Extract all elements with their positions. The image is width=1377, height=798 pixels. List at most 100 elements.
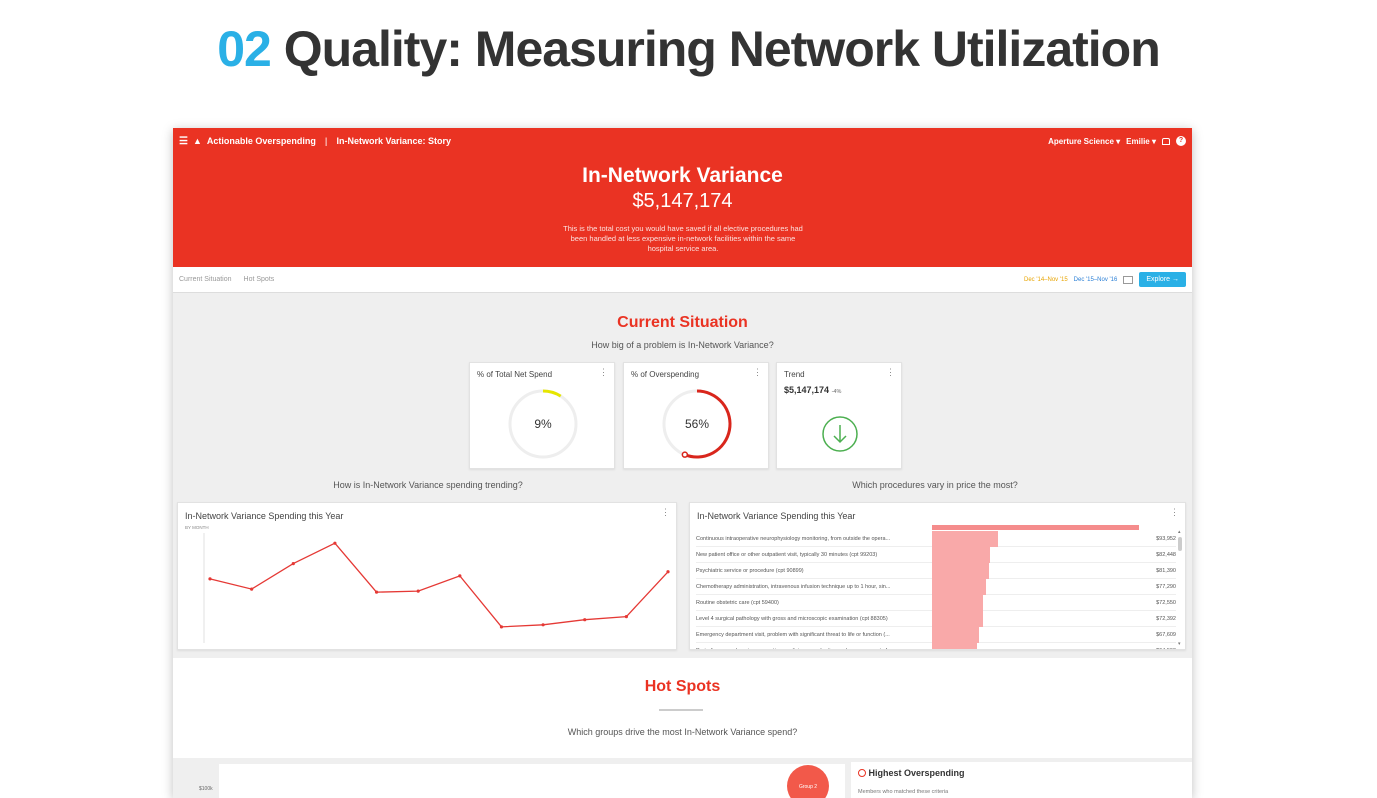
line-point — [583, 618, 587, 622]
bar-chart: Continuous intraoperative neurophysiolog… — [690, 525, 1185, 649]
bar-chart-panel: In-Network Variance Spending this Year ⋮… — [689, 502, 1186, 650]
line-point — [416, 589, 420, 593]
kpi-card-trend: Trend ⋮ $5,147,174 -4% — [776, 362, 902, 469]
bar-label: Psychiatric service or procedure (cpt 90… — [696, 568, 804, 574]
bar-label: Continuous intraoperative neurophysiolog… — [696, 536, 891, 542]
hero-description: This is the total cost you would have sa… — [563, 224, 803, 253]
notifications-icon[interactable] — [1162, 137, 1170, 145]
bar-value: $82,448 — [1156, 552, 1176, 558]
highest-overspending-card: Highest Overspending Members who matched… — [851, 762, 1192, 798]
line-point — [291, 562, 295, 566]
bar-value: $81,390 — [1156, 568, 1176, 574]
kpi-card-overspending: % of Overspending ⋮ 56% — [623, 362, 769, 469]
question-procedures: Which procedures vary in price the most? — [852, 480, 1018, 490]
bar-row[interactable]: Routine obstetric care (cpt 59400) $72,55… — [696, 595, 1176, 611]
bar-value: $72,550 — [1156, 600, 1176, 606]
line-point — [333, 541, 337, 545]
line-point — [250, 587, 254, 591]
breadcrumb-story[interactable]: In-Network Variance: Story — [336, 136, 451, 146]
line-point — [624, 615, 628, 619]
hamburger-icon[interactable]: ☰ — [179, 136, 188, 147]
slide-title: 02 Quality: Measuring Network Utilizatio… — [0, 20, 1377, 78]
hot-spots-title: Hot Spots — [644, 678, 721, 695]
line-point — [666, 570, 670, 574]
line-chart — [203, 533, 670, 643]
bar-value: $64,593 — [1156, 648, 1176, 649]
bar-row[interactable]: Chemotherapy administration, intravenous… — [696, 579, 1176, 595]
date-range-2[interactable]: Dec '15–Nov '16 — [1074, 277, 1118, 283]
kpi-card-net-spend: % of Total Net Spend ⋮ 9% — [469, 362, 615, 469]
dashboard-window: ☰ ▲ Actionable Overspending | In-Network… — [173, 128, 1192, 798]
bar-chart-title: In-Network Variance Spending this Year — [697, 511, 856, 521]
bar-row[interactable]: Continuous intraoperative neurophysiolog… — [696, 531, 1176, 547]
org-selector[interactable]: Aperture Science ▾ — [1048, 137, 1120, 146]
line-point — [499, 625, 504, 629]
bar-row[interactable]: New patient office or other outpatient v… — [696, 547, 1176, 563]
tab-hot-spots[interactable]: Hot Spots — [244, 276, 275, 283]
warning-icon: ▲ — [192, 136, 202, 146]
current-situation-question: How big of a problem is In-Network Varia… — [591, 340, 774, 350]
breadcrumb-actionable-overspending[interactable]: Actionable Overspending — [207, 136, 316, 146]
bar-value: $93,952 — [1156, 536, 1176, 542]
bar-value: $77,290 — [1156, 584, 1176, 590]
top-bar: ☰ ▲ Actionable Overspending | In-Network… — [179, 134, 1186, 148]
bar — [932, 579, 986, 595]
bar — [932, 563, 989, 579]
slide: 02 Quality: Measuring Network Utilizatio… — [0, 0, 1377, 798]
bar-overflow-top — [932, 525, 1139, 530]
bar-row[interactable]: Level 4 surgical pathology with gross an… — [696, 611, 1176, 627]
bar-label: New patient office or other outpatient v… — [696, 552, 878, 558]
bar-label: Periodic comprehensive preventive medici… — [696, 648, 928, 649]
bar-label: Chemotherapy administration, intravenous… — [696, 584, 891, 590]
line-point — [374, 590, 379, 594]
slide-title-text: Quality: Measuring Network Utilization — [283, 21, 1161, 77]
bar — [932, 547, 990, 563]
line-chart-panel: In-Network Variance Spending this Year ⋮… — [177, 502, 677, 650]
bar — [932, 643, 977, 649]
bar-label: Routine obstetric care (cpt 59400) — [696, 600, 779, 606]
bar — [932, 531, 998, 547]
kebab-menu-icon[interactable]: ⋮ — [1170, 507, 1179, 518]
highest-overspending-title: Highest Overspending — [868, 768, 965, 778]
hero-title: In-Network Variance — [582, 164, 783, 187]
trend-down-arrow-icon — [822, 416, 858, 452]
line-point — [208, 577, 212, 581]
highest-overspending-sub: Members who matched these criteria — [858, 789, 949, 795]
kpi-net-spend-value: 9% — [534, 417, 552, 431]
hero-banner: ☰ ▲ Actionable Overspending | In-Network… — [173, 128, 1192, 267]
hot-spots-content: $100k Group 2 Highest Overspending Membe… — [173, 758, 1192, 798]
bar — [932, 627, 979, 643]
calendar-icon[interactable] — [1123, 275, 1134, 284]
sub-navigation: Current Situation Hot Spots Dec '14–Nov … — [173, 267, 1192, 293]
breadcrumb-separator: | — [324, 136, 328, 146]
bar-value: $72,392 — [1156, 616, 1176, 622]
help-icon[interactable]: ? — [1176, 136, 1186, 146]
bubble-chart-area — [219, 764, 845, 798]
slide-title-number: 02 — [217, 21, 272, 77]
bubble-group-2-label: Group 2 — [798, 784, 818, 790]
scrollbar[interactable]: ▴ ▾ — [1178, 529, 1182, 647]
bar-row[interactable]: Periodic comprehensive preventive medici… — [696, 643, 1176, 649]
question-trend: How is In-Network Variance spending tren… — [333, 480, 523, 490]
tab-current-situation[interactable]: Current Situation — [179, 276, 232, 283]
kpi-overspend-value: 56% — [684, 417, 710, 431]
date-range-1[interactable]: Dec '14–Nov '15 — [1024, 277, 1068, 283]
bar-label: Emergency department visit, problem with… — [696, 632, 890, 638]
bar-label: Level 4 surgical pathology with gross an… — [696, 616, 888, 622]
hero-amount: $5,147,174 — [632, 190, 733, 212]
line-series — [209, 542, 669, 628]
user-menu[interactable]: Emilie ▾ — [1126, 137, 1156, 146]
line-point — [541, 623, 545, 627]
bar-row[interactable]: Psychiatric service or procedure (cpt 90… — [696, 563, 1176, 579]
line-point — [458, 574, 462, 578]
current-situation-title: Current Situation — [617, 314, 748, 331]
hot-spots-divider — [659, 709, 703, 711]
hot-spots-question: Which groups drive the most In-Network V… — [567, 727, 798, 737]
highest-overspending-icon — [858, 769, 866, 777]
bar-value: $67,609 — [1156, 632, 1176, 638]
explore-button[interactable]: Explore → — [1139, 272, 1186, 287]
bar — [932, 611, 983, 627]
bubble-axis-label: $100k — [199, 786, 213, 792]
bar — [932, 595, 983, 611]
bar-row[interactable]: Emergency department visit, problem with… — [696, 627, 1176, 643]
